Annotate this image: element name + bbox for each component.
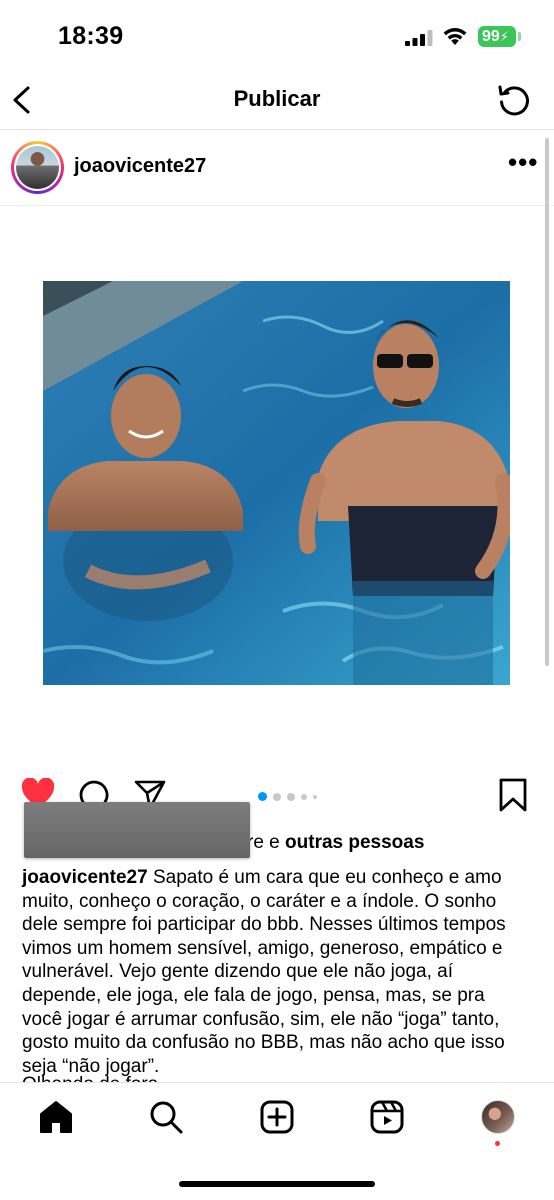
nav-header: Publicar bbox=[0, 72, 554, 130]
avatar-image bbox=[16, 146, 59, 189]
liked-by-others[interactable]: outras pessoas bbox=[285, 832, 424, 853]
search-icon[interactable] bbox=[148, 1099, 184, 1135]
notification-dot bbox=[495, 1141, 500, 1146]
post-caption: joaovicente27 Sapato é um cara que eu co… bbox=[22, 866, 530, 1078]
post-image[interactable] bbox=[43, 281, 510, 685]
battery-charging-icon: ⚡ bbox=[499, 29, 509, 44]
home-icon[interactable] bbox=[38, 1099, 74, 1135]
carousel-dot bbox=[273, 792, 281, 801]
battery-level: 99 bbox=[482, 28, 500, 45]
page-title: Publicar bbox=[233, 86, 321, 111]
more-horizontal-icon[interactable]: ••• bbox=[508, 149, 538, 183]
carousel-dot bbox=[287, 792, 295, 801]
battery-tip bbox=[518, 32, 521, 41]
reels-icon[interactable] bbox=[369, 1099, 405, 1135]
redaction-overlay bbox=[24, 802, 250, 858]
wifi-icon bbox=[443, 28, 467, 45]
status-bar: 18:39 99⚡ bbox=[0, 0, 554, 72]
caption-author[interactable]: joaovicente27 bbox=[22, 867, 148, 888]
bookmark-icon[interactable] bbox=[498, 778, 528, 812]
avatar[interactable] bbox=[11, 141, 64, 194]
scrollbar[interactable] bbox=[545, 138, 549, 666]
profile-avatar[interactable] bbox=[481, 1100, 515, 1134]
carousel-dot bbox=[301, 793, 307, 800]
post-username[interactable]: joaovicente27 bbox=[74, 155, 206, 178]
status-time: 18:39 bbox=[58, 22, 124, 50]
battery-indicator: 99⚡ bbox=[478, 26, 516, 47]
create-icon[interactable] bbox=[259, 1099, 295, 1135]
liked-by-text[interactable]: re e outras pessoas bbox=[247, 832, 424, 854]
carousel-dot bbox=[313, 794, 317, 799]
liked-by-fragment: re e bbox=[247, 832, 286, 853]
post-header: joaovicente27 ••• bbox=[0, 131, 554, 206]
caption-text: Sapato é um cara que eu conheço e amo mu… bbox=[22, 867, 506, 1077]
carousel-dot bbox=[258, 792, 267, 802]
refresh-icon[interactable] bbox=[496, 80, 532, 120]
home-indicator[interactable] bbox=[179, 1181, 375, 1187]
cellular-signal-icon bbox=[405, 30, 433, 46]
carousel-indicator bbox=[258, 788, 323, 802]
